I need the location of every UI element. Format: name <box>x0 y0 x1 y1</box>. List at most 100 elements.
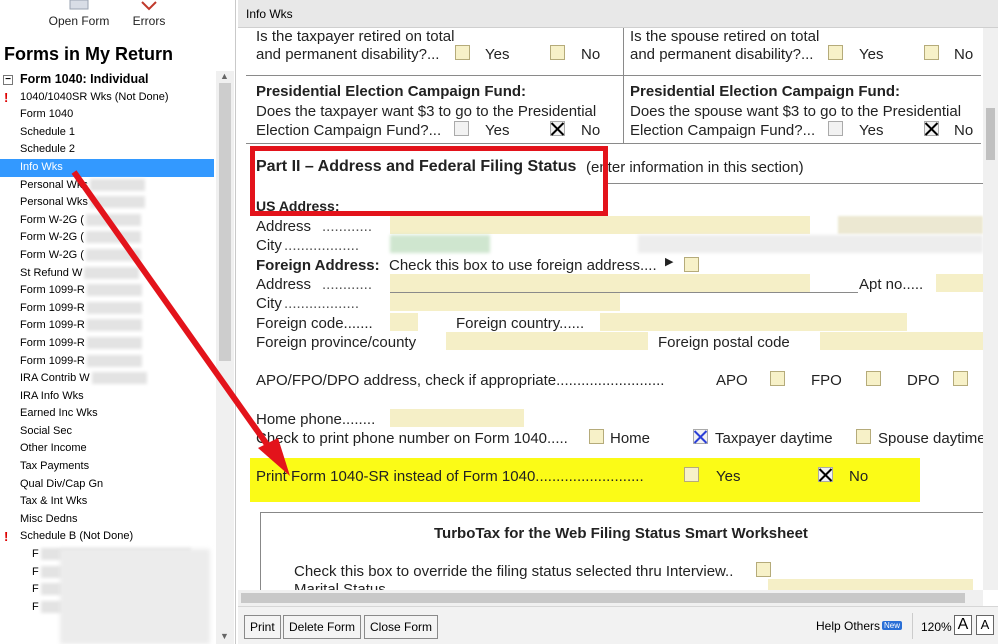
marital-status-label: Marital Status <box>294 581 386 590</box>
foreign-address-input[interactable] <box>390 274 810 292</box>
tree-item-label: Form W-2G ( <box>20 248 84 261</box>
pecf-title: Presidential Election Campaign Fund: <box>256 83 527 100</box>
tree-item[interactable]: Other Income <box>0 440 214 458</box>
apt-no-input[interactable] <box>936 274 983 292</box>
redacted-text <box>86 337 142 349</box>
us-address-input[interactable] <box>390 216 810 234</box>
tree-item[interactable]: Tax & Int Wks <box>0 493 214 511</box>
foreign-province-input[interactable] <box>446 332 648 350</box>
tree-item[interactable]: Info Wks <box>0 158 214 177</box>
home-phone-input[interactable] <box>390 409 524 427</box>
tp-retired-yes-checkbox[interactable] <box>455 45 470 60</box>
yes-label: Yes <box>716 468 741 485</box>
tree-item[interactable]: ! Schedule B (Not Done) <box>0 528 214 546</box>
tree-item[interactable]: Schedule 2 <box>0 141 214 159</box>
print-1040sr-no-checkbox[interactable] <box>818 467 833 482</box>
tree-item[interactable]: Schedule 1 <box>0 124 214 142</box>
tree-item[interactable]: Misc Dedns <box>0 511 214 529</box>
scroll-thumb[interactable] <box>219 83 231 361</box>
tab-info-wks[interactable]: Info Wks <box>238 0 998 28</box>
tree-item[interactable]: Personal Wks <box>0 177 214 195</box>
pecf-tp-no-checkbox[interactable] <box>550 121 565 136</box>
scroll-thumb[interactable] <box>241 593 965 603</box>
tree-item[interactable]: Form 1099-R <box>0 335 214 353</box>
collapse-icon[interactable]: − <box>3 75 13 85</box>
pecf-sp-no-checkbox[interactable] <box>924 121 939 136</box>
foreign-country-input[interactable] <box>600 313 907 331</box>
apo-checkbox[interactable] <box>770 371 785 386</box>
foreign-code-input[interactable] <box>390 313 418 331</box>
taxpayer-daytime-label: Taxpayer daytime <box>715 430 833 447</box>
tree-item[interactable]: Qual Div/Cap Gn <box>0 476 214 494</box>
tp-retired-text-1: Is the taxpayer retired on total <box>256 28 455 45</box>
us-city-input[interactable] <box>390 235 490 253</box>
pecf-tp-yes-checkbox[interactable] <box>454 121 469 136</box>
tree-item[interactable]: Earned Inc Wks <box>0 405 214 423</box>
tree-item-label: Form 1099-R <box>20 336 85 349</box>
tree-item[interactable]: Personal Wks <box>0 194 214 212</box>
address-label: Address <box>256 218 312 235</box>
print-taxpayer-daytime-checkbox[interactable] <box>693 429 708 444</box>
yes-label: Yes <box>485 122 510 139</box>
foreign-postal-label: Foreign postal code <box>658 334 790 351</box>
print-1040sr-yes-checkbox[interactable] <box>684 467 699 482</box>
print-button[interactable]: Print <box>244 615 281 639</box>
print-spouse-daytime-checkbox[interactable] <box>856 429 871 444</box>
tree-item[interactable]: Form 1099-R <box>0 300 214 318</box>
scroll-up-icon[interactable]: ▲ <box>220 71 229 81</box>
form-vertical-scrollbar[interactable] <box>983 28 998 590</box>
tree-item[interactable]: Form 1099-R <box>0 282 214 300</box>
divider <box>912 613 913 639</box>
form-panel: Info Wks Is the taxpayer retired on tota… <box>238 0 998 644</box>
tree-item[interactable]: St Refund W <box>0 265 214 283</box>
dpo-checkbox[interactable] <box>953 371 968 386</box>
tree-item-label: Tax Payments <box>20 460 90 473</box>
tree-item[interactable]: Form 1040 <box>0 106 214 124</box>
address-leader: ............ <box>322 276 373 293</box>
tree-item[interactable]: Form W-2G ( <box>0 247 214 265</box>
open-form-button[interactable]: Open Form <box>44 0 114 34</box>
tree-item-label: IRA Contrib W <box>20 372 90 385</box>
tree-item[interactable]: Tax Payments <box>0 458 214 476</box>
override-checkbox[interactable] <box>756 562 771 577</box>
override-label: Check this box to override the filing st… <box>294 563 734 580</box>
errors-button[interactable]: Errors <box>124 0 174 34</box>
foreign-city-input[interactable] <box>390 293 620 311</box>
help-others-link[interactable]: Help Others <box>816 619 880 633</box>
tp-retired-no-checkbox[interactable] <box>550 45 565 60</box>
marital-status-input[interactable] <box>768 579 973 590</box>
sp-retired-no-checkbox[interactable] <box>924 45 939 60</box>
tree-item-label: F <box>32 548 39 561</box>
tree-item[interactable]: Form W-2G ( <box>0 229 214 247</box>
sp-retired-yes-checkbox[interactable] <box>828 45 843 60</box>
tree-root[interactable]: − Form 1040: Individual <box>0 71 214 89</box>
form-document: Is the taxpayer retired on total and per… <box>238 28 983 590</box>
no-label: No <box>849 468 869 485</box>
tree-item[interactable]: IRA Info Wks <box>0 388 214 406</box>
tree-item[interactable]: IRA Contrib W <box>0 370 214 388</box>
forms-scrollbar[interactable]: ▲ ▼ <box>216 71 234 644</box>
foreign-address-checkbox[interactable] <box>684 257 699 272</box>
fpo-checkbox[interactable] <box>866 371 881 386</box>
tree-item-label: Earned Inc Wks <box>20 407 98 420</box>
tree-item-label: Form 1099-R <box>20 354 85 367</box>
tree-item-label: Tax & Int Wks <box>20 495 88 508</box>
scroll-thumb[interactable] <box>986 108 995 160</box>
tree-item[interactable]: Form 1099-R <box>0 353 214 371</box>
tree-item-label: Misc Dedns <box>20 512 78 525</box>
city-label: City <box>256 237 282 254</box>
print-home-checkbox[interactable] <box>589 429 604 444</box>
delete-form-button[interactable]: Delete Form <box>283 615 362 639</box>
foreign-code-label: Foreign code....... <box>256 315 373 332</box>
close-form-button[interactable]: Close Form <box>364 615 439 639</box>
form-horizontal-scrollbar[interactable] <box>238 590 983 606</box>
foreign-postal-input[interactable] <box>820 332 983 350</box>
font-smaller-button[interactable]: A <box>976 615 994 635</box>
tree-item[interactable]: Form 1099-R <box>0 317 214 335</box>
scroll-down-icon[interactable]: ▼ <box>220 631 229 641</box>
pecf-sp-yes-checkbox[interactable] <box>828 121 843 136</box>
tree-item[interactable]: Social Sec <box>0 423 214 441</box>
tree-item[interactable]: Form W-2G ( <box>0 212 214 230</box>
font-larger-button[interactable]: A <box>954 615 972 635</box>
tree-item[interactable]: ! 1040/1040SR Wks (Not Done) <box>0 89 214 107</box>
